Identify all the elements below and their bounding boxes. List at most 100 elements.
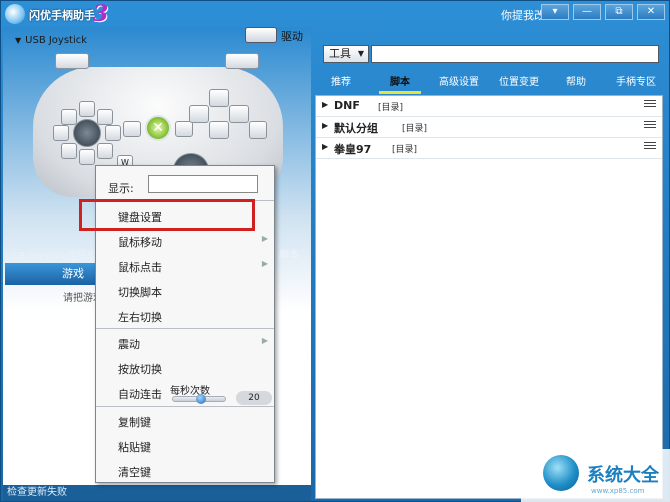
version-mark: 3 [93, 1, 109, 27]
device-selector[interactable]: ▼ USB Joystick [15, 35, 87, 46]
list-item[interactable]: ▶ DNF [目录] [316, 96, 662, 117]
start-key[interactable] [175, 121, 193, 137]
dropdown-arrow-icon: ▼ [15, 36, 22, 45]
tab-advanced[interactable]: 高级设置 [431, 72, 487, 94]
script-tag: [目录] [402, 124, 428, 134]
display-label: 显示: [108, 182, 134, 195]
tab-position[interactable]: 位置变更 [491, 72, 547, 94]
menu-item-copy-key[interactable]: 复制键 [96, 409, 274, 433]
script-name: DNF [334, 99, 360, 112]
rb-key[interactable] [225, 53, 259, 69]
face-a-key[interactable] [209, 121, 229, 139]
menu-item-lr-switch[interactable]: 左右切换 [96, 304, 274, 328]
dropdown-arrow-icon: ▼ [357, 49, 364, 58]
ls-downright-key[interactable] [97, 143, 113, 159]
watermark-url: www.xp85.com [591, 487, 645, 495]
menu-item-mouse-move[interactable]: 鼠标移动 ▶ [96, 229, 274, 253]
expand-arrow-icon[interactable]: ▶ [322, 142, 328, 151]
menu-item-label: 自动连击 [118, 388, 162, 401]
script-name: 拳皇97 [334, 143, 372, 156]
xbox-guide-icon[interactable]: ✕ [145, 115, 171, 141]
display-input[interactable] [148, 175, 258, 193]
face-y-key[interactable] [209, 89, 229, 107]
tab-recommended[interactable]: 推荐 [319, 72, 363, 94]
device-name: USB Joystick [25, 35, 88, 46]
ls-right-key[interactable] [105, 125, 121, 141]
feedback-link[interactable]: 你提我改 [501, 7, 545, 23]
tools-dropdown[interactable]: 工具 ▼ [323, 45, 369, 63]
drive-label: 驱动 [281, 30, 303, 43]
menu-item-mouse-click[interactable]: 鼠标点击 ▶ [96, 254, 274, 278]
script-tag: [目录] [392, 145, 418, 155]
menu-item-label: 清空键 [118, 466, 151, 479]
close-button[interactable]: ✕ [637, 4, 665, 20]
ls-upleft-key[interactable] [61, 109, 77, 125]
menu-item-label: 复制键 [118, 416, 151, 429]
menu-item-vibrate[interactable]: 震动 ▶ [96, 331, 274, 355]
window-menu-button[interactable]: ▾ [541, 4, 569, 20]
submenu-arrow-icon: ▶ [261, 336, 268, 345]
menu-item-switch-script[interactable]: 切换脚本 [96, 279, 274, 303]
lb-key[interactable] [55, 53, 89, 69]
menu-divider [96, 328, 274, 329]
script-tag: [目录] [378, 103, 404, 113]
face-b-key[interactable] [229, 105, 249, 123]
tab-bar: 推荐 脚本 高级设置 位置变更 帮助 手柄专区 [313, 72, 669, 94]
menu-item-label: 按放切换 [118, 363, 162, 376]
script-panel: 工具 ▼ 推荐 脚本 高级设置 位置变更 帮助 手柄专区 ▶ DNF [目录] … [313, 27, 669, 501]
app-title: 闪优手柄助手 [29, 9, 95, 22]
expand-arrow-icon[interactable]: ▶ [322, 100, 328, 109]
rate-slider-thumb[interactable] [196, 394, 206, 404]
menu-item-paste-key[interactable]: 粘贴键 [96, 434, 274, 458]
list-menu-icon[interactable] [644, 121, 656, 131]
script-list: ▶ DNF [目录] ▶ 默认分组 [目录] ▶ 拳皇97 [目录] [315, 95, 663, 499]
display-row: 显示: [96, 166, 274, 200]
extra-right-key[interactable] [249, 121, 267, 139]
face-x-key[interactable] [189, 105, 209, 123]
list-item[interactable]: ▶ 默认分组 [目录] [316, 117, 662, 138]
menu-item-label: 鼠标移动 [118, 236, 162, 249]
menu-item-label: 鼠标点击 [118, 261, 162, 274]
list-item[interactable]: ▶ 拳皇97 [目录] [316, 138, 662, 159]
status-bar: 检查更新失败 [3, 485, 311, 501]
menu-divider [96, 406, 274, 407]
restore-button[interactable]: ⧉ [605, 4, 633, 20]
tab-gamepad-zone[interactable]: 手柄专区 [607, 72, 665, 94]
tool-input[interactable] [371, 45, 659, 63]
ls-upright-key[interactable] [97, 109, 113, 125]
tab-help[interactable]: 帮助 [557, 72, 595, 94]
expand-arrow-icon[interactable]: ▶ [322, 121, 328, 130]
script-caption: 脚本 [279, 250, 299, 261]
submenu-arrow-icon: ▶ [261, 234, 268, 243]
drive-toggle[interactable] [245, 27, 277, 43]
left-stick[interactable] [73, 119, 101, 147]
script-name: 默认分组 [334, 122, 378, 135]
menu-item-label: 切换脚本 [118, 286, 162, 299]
menu-item-label: 震动 [118, 338, 140, 351]
ls-up-key[interactable] [79, 101, 95, 117]
list-menu-icon[interactable] [644, 142, 656, 152]
watermark-text: 系统大全 [587, 465, 659, 486]
tab-scripts[interactable]: 脚本 [373, 72, 427, 94]
rate-slider[interactable] [172, 394, 226, 404]
ls-down-key[interactable] [79, 149, 95, 165]
connection-status: USB Joystick连接成功 [5, 251, 107, 262]
list-menu-icon[interactable] [644, 100, 656, 110]
ls-left-key[interactable] [53, 125, 69, 141]
app-window: 闪优手柄助手 3 你提我改 ▾ — ⧉ ✕ ▼USB Joystick 驱动 [0, 0, 670, 502]
back-key[interactable] [123, 121, 141, 137]
tool-row: 工具 ▼ [323, 45, 659, 65]
globe-icon [543, 455, 579, 491]
menu-item-clear-key[interactable]: 清空键 [96, 459, 274, 483]
minimize-button[interactable]: — [573, 4, 601, 20]
menu-item-label: 左右切换 [118, 311, 162, 324]
title-bar: 闪优手柄助手 3 你提我改 ▾ — ⧉ ✕ [1, 1, 670, 27]
menu-item-press-release-switch[interactable]: 按放切换 [96, 356, 274, 380]
logo-icon [5, 4, 25, 24]
rate-value[interactable]: 20 [236, 391, 272, 405]
ls-downleft-key[interactable] [61, 143, 77, 159]
submenu-arrow-icon: ▶ [261, 259, 268, 268]
tools-label: 工具 [329, 47, 351, 60]
menu-item-label: 粘贴键 [118, 441, 151, 454]
highlight-annotation [79, 199, 255, 231]
